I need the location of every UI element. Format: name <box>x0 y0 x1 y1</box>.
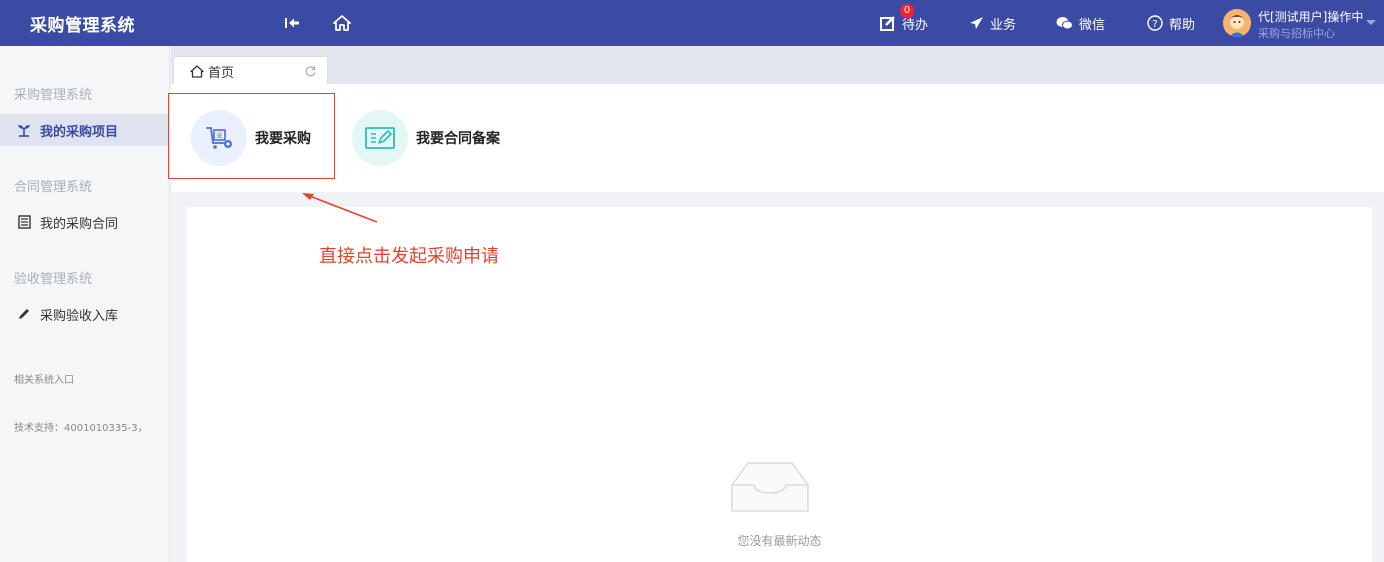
help-label: 帮助 <box>1169 17 1196 33</box>
annotation-highlight-box <box>168 93 335 179</box>
sidebar-item-my-purchase-contracts[interactable]: 我的采购合同 <box>0 206 170 238</box>
tab-strip: 首页 <box>171 46 1384 84</box>
home-icon[interactable] <box>331 12 353 34</box>
tech-support-text: 技术支持：4001010335-3， <box>14 423 148 434</box>
sidebar-item-my-purchase-projects[interactable]: 我的采购项目 <box>0 114 170 146</box>
empty-feed-text: 您没有最新动态 <box>737 534 822 548</box>
sidebar-item-label: 采购验收入库 <box>40 308 119 324</box>
annotation-text: 直接点击发起采购申请 <box>319 246 499 267</box>
business-label: 业务 <box>990 17 1017 33</box>
user-dropdown-caret-icon[interactable] <box>1366 20 1376 25</box>
sidebar-section-title: 验收管理系统 <box>14 272 93 287</box>
collapse-sidebar-icon[interactable] <box>281 12 303 34</box>
wechat-icon <box>1056 17 1073 30</box>
document-icon <box>16 215 32 229</box>
quick-action-contract-filing[interactable]: 我要合同备案 <box>352 110 500 166</box>
top-navbar: 采购管理系统 待办 0 业务 微信 ? 帮助 代[测试用户]操作中 采购与招标中… <box>0 0 1384 46</box>
sidebar-section-title: 合同管理系统 <box>14 180 93 195</box>
quick-action-label: 我要合同备案 <box>416 131 500 147</box>
user-org: 采购与招标中心 <box>1258 27 1335 40</box>
related-systems-link[interactable]: 相关系统入口 <box>14 372 154 389</box>
user-avatar[interactable] <box>1223 9 1251 37</box>
sidebar-item-label: 我的采购项目 <box>40 124 119 140</box>
sidebar-section-title: 采购管理系统 <box>14 88 93 103</box>
help-button[interactable]: ? 帮助 <box>1147 13 1195 33</box>
sidebar-item-label: 我的采购合同 <box>40 216 119 232</box>
business-button[interactable]: 业务 <box>969 13 1016 33</box>
refresh-icon[interactable] <box>304 63 317 82</box>
tab-home[interactable]: 首页 <box>173 56 328 84</box>
contract-edit-icon <box>352 110 408 166</box>
svg-text:?: ? <box>1152 19 1157 30</box>
help-icon: ? <box>1147 15 1163 31</box>
user-name[interactable]: 代[测试用户]操作中 <box>1258 8 1363 25</box>
todo-button[interactable]: 待办 0 <box>880 4 928 33</box>
pencil-icon <box>16 307 32 321</box>
quick-actions-panel: 采 我要采购 我要合同备案 <box>171 84 1384 192</box>
home-icon <box>190 63 204 82</box>
sidebar-item-acceptance-storage[interactable]: 采购验收入库 <box>0 298 170 330</box>
send-icon <box>970 17 983 29</box>
wechat-button[interactable]: 微信 <box>1056 13 1105 33</box>
sidebar: 采购管理系统 我的采购项目 合同管理系统 我的采购合同 验收管理系统 采购验收入… <box>0 46 170 562</box>
edit-icon <box>880 16 895 31</box>
todo-badge: 0 <box>900 4 914 18</box>
app-title: 采购管理系统 <box>30 16 135 36</box>
seedling-icon <box>16 123 32 137</box>
wechat-label: 微信 <box>1079 17 1106 33</box>
empty-inbox-icon <box>730 459 810 519</box>
tab-label: 首页 <box>208 66 235 81</box>
